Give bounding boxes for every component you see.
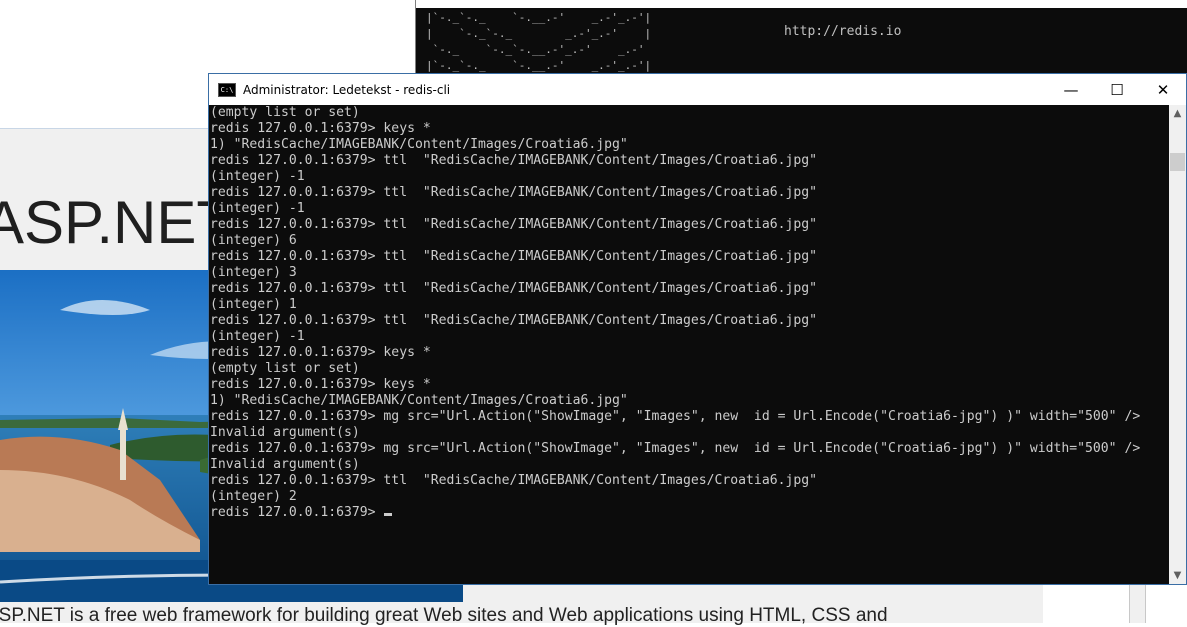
console-line: 1) "RedisCache/IMAGEBANK/Content/Images/… bbox=[210, 137, 628, 152]
console-line: (integer) 1 bbox=[210, 297, 297, 312]
server-window-top-strip bbox=[416, 0, 1187, 8]
console-line: 1) "RedisCache/IMAGEBANK/Content/Images/… bbox=[210, 393, 628, 408]
console-line: redis 127.0.0.1:6379> ttl "RedisCache/IM… bbox=[210, 153, 817, 168]
redis-server-window[interactable]: |`-._`-._ `-.__.-' _.-'_.-'| | `-._`-._ … bbox=[415, 0, 1187, 75]
console-line: (empty list or set) bbox=[210, 105, 360, 120]
scroll-thumb[interactable] bbox=[1170, 153, 1185, 171]
console-line: (integer) 2 bbox=[210, 489, 297, 504]
window-controls: — ☐ ✕ bbox=[1048, 74, 1186, 105]
console-line: redis 127.0.0.1:6379> ttl "RedisCache/IM… bbox=[210, 249, 817, 264]
window-title: Administrator: Ledetekst - redis-cli bbox=[243, 82, 451, 97]
console-line: redis 127.0.0.1:6379> ttl "RedisCache/IM… bbox=[210, 185, 817, 200]
console-line: (integer) 6 bbox=[210, 233, 297, 248]
console-line: (integer) -1 bbox=[210, 169, 305, 184]
console-line: redis 127.0.0.1:6379> keys * bbox=[210, 121, 431, 136]
scroll-up-icon[interactable]: ▲ bbox=[1169, 105, 1186, 122]
redis-cli-window[interactable]: C:\ Administrator: Ledetekst - redis-cli… bbox=[208, 73, 1187, 585]
console-line: redis 127.0.0.1:6379> ttl "RedisCache/IM… bbox=[210, 281, 817, 296]
console-text: (empty list or set) redis 127.0.0.1:6379… bbox=[209, 105, 1169, 521]
cmd-app-icon[interactable]: C:\ bbox=[218, 82, 236, 97]
console-output[interactable]: (empty list or set) redis 127.0.0.1:6379… bbox=[209, 105, 1169, 583]
console-line: (empty list or set) bbox=[210, 361, 360, 376]
scroll-down-icon[interactable]: ▼ bbox=[1169, 567, 1186, 584]
console-line: redis 127.0.0.1:6379> mg src="Url.Action… bbox=[210, 441, 1141, 456]
minimize-icon: — bbox=[1063, 80, 1079, 99]
close-icon: ✕ bbox=[1156, 80, 1170, 99]
redis-url-text: http://redis.io bbox=[784, 24, 902, 39]
console-prompt: redis 127.0.0.1:6379> bbox=[210, 505, 384, 520]
redis-logo-ascii-art: |`-._`-._ `-.__.-' _.-'_.-'| | `-._`-._ … bbox=[426, 11, 652, 72]
console-line: redis 127.0.0.1:6379> keys * bbox=[210, 377, 431, 392]
console-line: Invalid argument(s) bbox=[210, 425, 360, 440]
console-line: redis 127.0.0.1:6379> ttl "RedisCache/IM… bbox=[210, 217, 817, 232]
title-bar[interactable]: C:\ Administrator: Ledetekst - redis-cli… bbox=[209, 74, 1186, 105]
console-line: (integer) 3 bbox=[210, 265, 297, 280]
page-description: ASP.NET is a free web framework for buil… bbox=[0, 605, 888, 626]
console-line: redis 127.0.0.1:6379> ttl "RedisCache/IM… bbox=[210, 473, 817, 488]
browser-scroll-gutter bbox=[1129, 585, 1146, 623]
text-cursor bbox=[384, 513, 393, 516]
vertical-scrollbar[interactable]: ▲ ▼ bbox=[1169, 105, 1186, 584]
maximize-button[interactable]: ☐ bbox=[1094, 74, 1140, 105]
console-line: (integer) -1 bbox=[210, 201, 305, 216]
minimize-button[interactable]: — bbox=[1048, 74, 1094, 105]
console-line: redis 127.0.0.1:6379> ttl "RedisCache/IM… bbox=[210, 313, 817, 328]
browser-edge-line bbox=[1145, 585, 1146, 623]
console-line: (integer) -1 bbox=[210, 329, 305, 344]
close-button[interactable]: ✕ bbox=[1140, 74, 1186, 105]
console-line: Invalid argument(s) bbox=[210, 457, 360, 472]
page-heading: ASP.NET bbox=[0, 189, 233, 256]
maximize-icon: ☐ bbox=[1110, 80, 1124, 99]
console-line: redis 127.0.0.1:6379> mg src="Url.Action… bbox=[210, 409, 1141, 424]
console-line: redis 127.0.0.1:6379> keys * bbox=[210, 345, 431, 360]
